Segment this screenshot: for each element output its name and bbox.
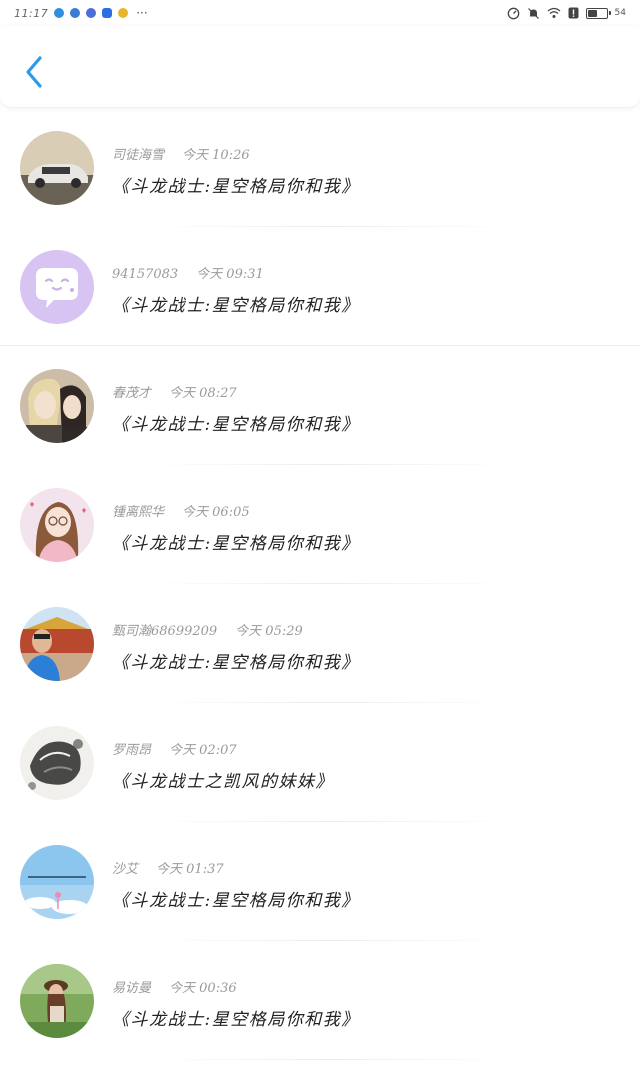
list-item[interactable]: 罗雨昂 今天 02:07 《斗龙战士之凯风的妹妹》 xyxy=(0,703,640,822)
comment-time: 今天 09:31 xyxy=(196,267,264,282)
book-title[interactable]: 《斗龙战士:星空格局你和我》 xyxy=(112,172,360,197)
avatar[interactable] xyxy=(20,964,94,1038)
list-item[interactable]: 沙艾 今天 01:37 《斗龙战士:星空格局你和我》 xyxy=(0,822,640,941)
lock-app-icon xyxy=(102,8,113,18)
more-notifications-icon: ··· xyxy=(136,6,148,20)
comment-time: 今天 02:07 xyxy=(169,743,237,758)
book-title[interactable]: 《斗龙战士之凯风的妹妹》 xyxy=(112,767,334,792)
book-title[interactable]: 《斗龙战士:星空格局你和我》 xyxy=(112,410,360,435)
music-app-icon xyxy=(86,8,97,18)
comment-meta: 罗雨昂 今天 02:07 xyxy=(112,739,237,758)
author-name[interactable]: 司徒海雪 xyxy=(112,148,164,163)
list-item[interactable]: 春茂才 今天 08:27 《斗龙战士:星空格局你和我》 xyxy=(0,346,640,465)
book-title[interactable]: 《斗龙战士:星空格局你和我》 xyxy=(112,648,360,673)
author-name[interactable]: 沙艾 xyxy=(112,862,138,877)
list-item[interactable]: 司徒海雪 今天 10:26 《斗龙战士:星空格局你和我》 xyxy=(0,108,640,227)
list-item[interactable]: 易访曼 今天 00:36 《斗龙战士:星空格局你和我》 xyxy=(0,941,640,1060)
comment-meta: 锺离熙华 今天 06:05 xyxy=(112,501,250,520)
comment-meta: 司徒海雪 今天 10:26 xyxy=(112,144,250,163)
book-title[interactable]: 《斗龙战士:星空格局你和我》 xyxy=(112,886,360,911)
comment-meta: 易访曼 今天 00:36 xyxy=(112,977,237,996)
comment-time: 今天 06:05 xyxy=(182,505,250,520)
battery-fill xyxy=(587,9,598,17)
globe-app-icon xyxy=(70,8,81,18)
avatar[interactable] xyxy=(20,369,94,443)
avatar[interactable] xyxy=(20,250,94,324)
list-item[interactable]: 甄司瀚68699209 今天 05:29 《斗龙战士:星空格局你和我》 xyxy=(0,584,640,703)
avatar[interactable] xyxy=(20,726,94,800)
battery-icon xyxy=(585,7,611,19)
battery-percent: 54 xyxy=(614,8,626,18)
emoji-app-icon xyxy=(118,8,129,18)
comment-time: 今天 00:36 xyxy=(169,981,237,996)
author-name[interactable]: 甄司瀚68699209 xyxy=(112,624,217,639)
author-name[interactable]: 春茂才 xyxy=(112,386,151,401)
book-title[interactable]: 《斗龙战士:星空格局你和我》 xyxy=(112,529,360,554)
alert-icon xyxy=(568,7,579,19)
mute-bell-icon xyxy=(527,7,539,19)
avatar[interactable] xyxy=(20,488,94,562)
divider xyxy=(150,1059,510,1060)
comment-meta: 春茂才 今天 08:27 xyxy=(112,382,237,401)
author-name[interactable]: 罗雨昂 xyxy=(112,743,151,758)
comment-meta: 甄司瀚68699209 今天 05:29 xyxy=(112,620,303,639)
avatar[interactable] xyxy=(20,607,94,681)
comment-time: 今天 08:27 xyxy=(169,386,237,401)
avatar[interactable] xyxy=(20,845,94,919)
author-name[interactable]: 易访曼 xyxy=(112,981,151,996)
shield-app-icon xyxy=(54,8,65,18)
status-bar: 11:17 ··· 54 xyxy=(0,0,640,26)
author-name[interactable]: 锺离熙华 xyxy=(112,505,164,520)
speedometer-icon xyxy=(507,7,519,19)
chevron-left-icon xyxy=(26,56,42,88)
comment-time: 今天 01:37 xyxy=(156,862,224,877)
wifi-icon xyxy=(547,7,560,18)
book-title[interactable]: 《斗龙战士:星空格局你和我》 xyxy=(112,1005,360,1030)
book-title[interactable]: 《斗龙战士:星空格局你和我》 xyxy=(112,291,360,316)
list-item[interactable]: 锺离熙华 今天 06:05 《斗龙战士:星空格局你和我》 xyxy=(0,465,640,584)
comment-time: 今天 10:26 xyxy=(182,148,250,163)
author-name[interactable]: 94157083 xyxy=(112,267,178,282)
comment-time: 今天 05:29 xyxy=(235,624,303,639)
list-item[interactable]: 94157083 今天 09:31 《斗龙战士:星空格局你和我》 xyxy=(0,227,640,346)
avatar[interactable] xyxy=(20,131,94,205)
status-time: 11:17 xyxy=(14,6,49,20)
comment-meta: 94157083 今天 09:31 xyxy=(112,263,264,282)
comment-meta: 沙艾 今天 01:37 xyxy=(112,858,224,877)
back-button[interactable] xyxy=(18,54,50,90)
top-navigation-bar xyxy=(0,26,640,108)
comment-list: 司徒海雪 今天 10:26 《斗龙战士:星空格局你和我》 94157083 今天 0… xyxy=(0,108,640,1060)
